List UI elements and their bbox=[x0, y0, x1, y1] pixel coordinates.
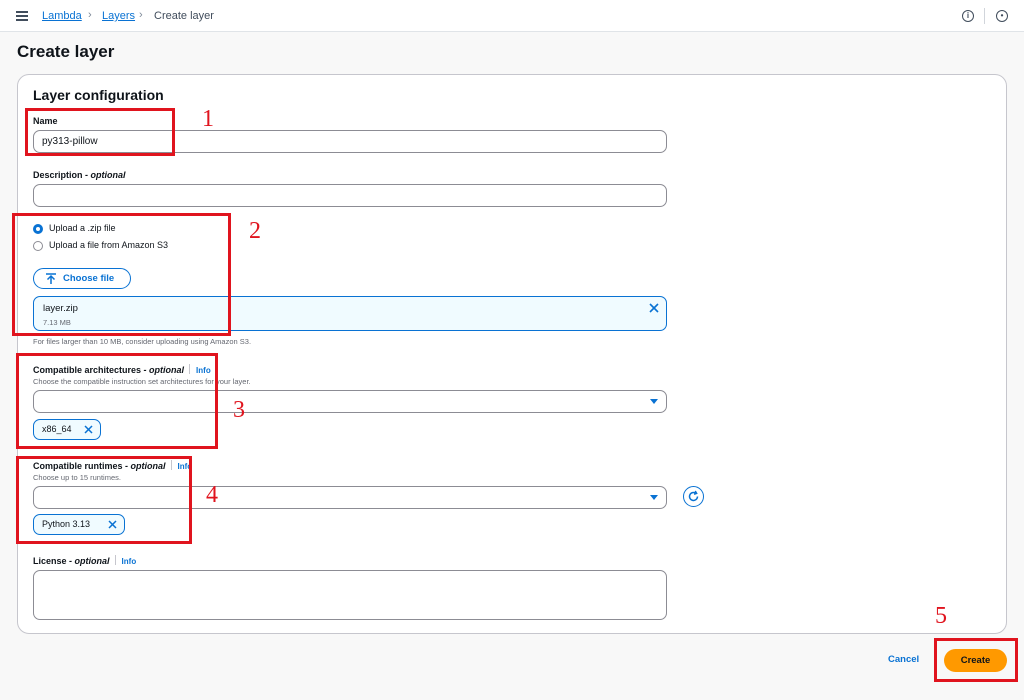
cancel-button[interactable]: Cancel bbox=[888, 654, 919, 665]
close-icon[interactable] bbox=[649, 303, 659, 313]
top-navigation: Lambda › Layers › Create layer i • bbox=[0, 0, 1024, 32]
license-textarea[interactable] bbox=[33, 570, 667, 620]
annotation-box-5 bbox=[934, 638, 1018, 682]
breadcrumb-chevron-icon: › bbox=[88, 9, 92, 21]
caret-down-icon bbox=[650, 399, 658, 404]
optional-tag: - optional bbox=[69, 556, 110, 566]
annotation-number-4: 4 bbox=[206, 482, 218, 508]
license-label: License - optional Info bbox=[33, 555, 136, 566]
panel-title: Layer configuration bbox=[33, 87, 164, 103]
annotation-box-3 bbox=[16, 353, 218, 449]
license-info-link[interactable]: Info bbox=[122, 557, 137, 566]
breadcrumb-layers[interactable]: Layers bbox=[102, 10, 135, 22]
menu-icon[interactable] bbox=[16, 11, 28, 21]
optional-tag: - optional bbox=[85, 170, 126, 180]
caret-down-icon bbox=[650, 495, 658, 500]
settings-icon[interactable]: • bbox=[996, 10, 1008, 22]
annotation-number-1: 1 bbox=[202, 106, 214, 132]
upload-hint: For files larger than 10 MB, consider up… bbox=[33, 337, 252, 346]
annotation-box-4 bbox=[16, 456, 192, 544]
annotation-box-2 bbox=[12, 213, 231, 336]
description-label-text: Description bbox=[33, 170, 83, 180]
annotation-number-5: 5 bbox=[935, 603, 947, 629]
annotation-number-3: 3 bbox=[233, 397, 245, 423]
description-label: Description - optional bbox=[33, 170, 126, 180]
page-title: Create layer bbox=[17, 42, 115, 61]
refresh-button[interactable] bbox=[683, 486, 704, 507]
divider bbox=[984, 8, 985, 24]
annotation-box-1 bbox=[25, 108, 175, 156]
info-icon[interactable]: i bbox=[962, 10, 974, 22]
breadcrumb-lambda[interactable]: Lambda bbox=[42, 10, 82, 22]
annotation-number-2: 2 bbox=[249, 218, 261, 244]
breadcrumb-current: Create layer bbox=[154, 10, 214, 22]
refresh-icon bbox=[688, 490, 699, 502]
breadcrumb-chevron-icon: › bbox=[139, 9, 143, 21]
license-label-text: License bbox=[33, 556, 67, 566]
description-input[interactable] bbox=[33, 184, 667, 207]
